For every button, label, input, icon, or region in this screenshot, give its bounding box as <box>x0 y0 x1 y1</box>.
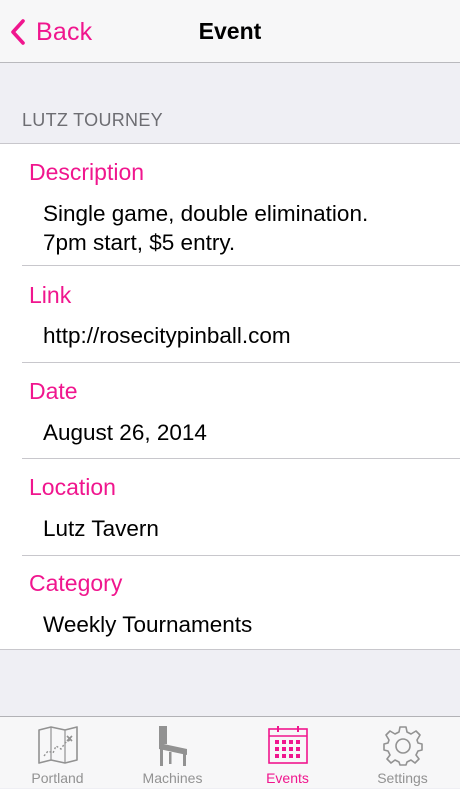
link-label: Link <box>29 282 72 308</box>
category-label: Category <box>29 570 123 596</box>
location-label: Location <box>29 474 116 500</box>
pinball-machine-icon <box>158 726 187 766</box>
tab-bar: Portland Machines Events Settings <box>0 716 460 788</box>
tab-portland[interactable]: Portland <box>0 717 115 789</box>
back-button[interactable]: Back <box>10 14 92 50</box>
tab-settings[interactable]: Settings <box>345 717 460 789</box>
tab-events[interactable]: Events <box>230 717 345 789</box>
date-cell: Date August 26, 2014 <box>0 363 460 459</box>
map-icon <box>37 726 78 764</box>
date-label: Date <box>29 378 78 404</box>
gear-icon <box>382 726 423 766</box>
tab-machines[interactable]: Machines <box>115 717 230 789</box>
chevron-left-icon <box>11 19 25 45</box>
description-label: Description <box>29 159 145 185</box>
back-button-label: Back <box>36 17 93 46</box>
calendar-icon <box>267 726 308 764</box>
description-value-line-2: 7pm start, $5 entry. <box>43 230 236 255</box>
event-details-group: Description Single game, double eliminat… <box>0 143 460 650</box>
link-value[interactable]: http://rosecitypinball.com <box>43 321 291 351</box>
category-value: Weekly Tournaments <box>43 612 253 637</box>
tab-label-machines: Machines <box>142 770 203 786</box>
tab-label-settings: Settings <box>377 770 428 786</box>
tab-label-portland: Portland <box>31 770 84 786</box>
description-cell: Description Single game, double eliminat… <box>0 144 460 266</box>
category-cell: Category Weekly Tournaments <box>0 556 460 649</box>
location-value[interactable]: Lutz Tavern <box>43 514 159 544</box>
link-cell[interactable]: Link http://rosecitypinball.com <box>0 266 460 363</box>
description-value-line-1: Single game, double elimination. <box>43 201 369 226</box>
event-name-header: LUTZ TOURNEY <box>22 110 163 130</box>
date-value: August 26, 2014 <box>43 420 207 445</box>
navigation-bar: Back Event <box>0 0 460 63</box>
tab-label-events: Events <box>266 770 309 786</box>
location-cell[interactable]: Location Lutz Tavern <box>0 459 460 556</box>
